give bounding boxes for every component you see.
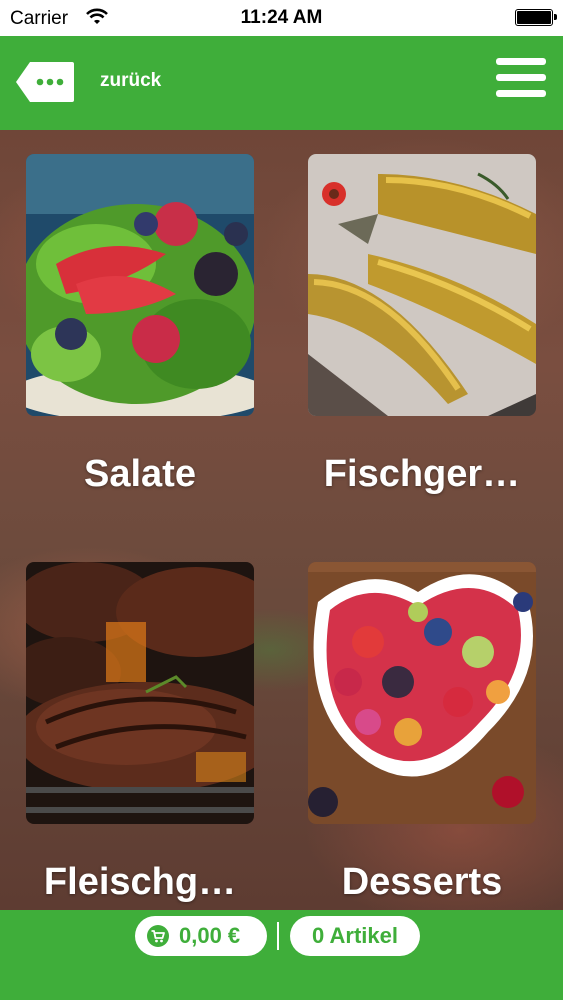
category-tile-desserts[interactable]	[308, 562, 536, 824]
footer-divider	[277, 922, 279, 950]
shopping-cart-icon	[147, 925, 169, 947]
battery-icon	[515, 9, 557, 26]
clock-time: 11:24 AM	[240, 7, 323, 28]
category-label-salate[interactable]: Salate	[10, 453, 270, 496]
smoked-fish-image	[308, 154, 536, 416]
back-label[interactable]: zurück	[100, 70, 161, 92]
salad-image	[26, 154, 254, 416]
app-header: zurück	[0, 36, 563, 130]
category-tile-fisch[interactable]	[308, 154, 536, 416]
back-button[interactable]	[14, 60, 76, 104]
category-tile-salate[interactable]	[26, 154, 254, 416]
status-bar: Carrier 11:24 AM	[0, 0, 563, 36]
fruit-bowl-image	[308, 562, 536, 824]
grilled-steak-image	[26, 562, 254, 824]
item-count-button[interactable]: 0 Artikel	[290, 916, 420, 956]
cart-footer: 0,00 € 0 Artikel	[0, 910, 563, 1000]
cart-total-button[interactable]: 0,00 €	[135, 916, 267, 956]
hamburger-menu-icon[interactable]	[496, 58, 546, 102]
category-label-fisch[interactable]: Fischger…	[292, 453, 552, 496]
item-count-label: 0 Artikel	[311, 923, 398, 948]
category-label-desserts[interactable]: Desserts	[292, 861, 552, 904]
category-label-fleisch[interactable]: Fleischg…	[10, 861, 270, 904]
category-tile-fleisch[interactable]	[26, 562, 254, 824]
cart-total-amount: 0,00 €	[179, 923, 241, 948]
